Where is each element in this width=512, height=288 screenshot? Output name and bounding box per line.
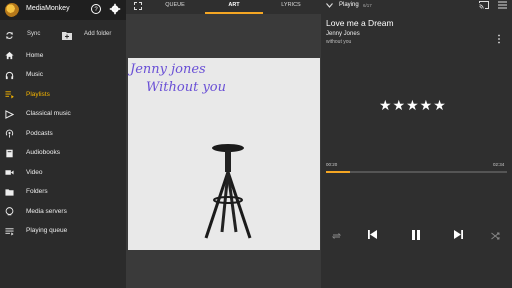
sync-label: Sync xyxy=(27,31,41,37)
book-icon xyxy=(6,149,13,157)
previous-icon[interactable] xyxy=(367,229,378,240)
queue-icon xyxy=(5,227,14,236)
sidebar-item-label: Video xyxy=(26,168,43,176)
song-album: without you xyxy=(326,39,352,45)
sidebar-menu: Home Music Playlists Classical music Pod… xyxy=(0,46,126,241)
sidebar-item-classical-music[interactable]: Classical music xyxy=(0,105,126,125)
now-playing-bar: Playing 6/17 xyxy=(321,0,512,12)
active-tab-indicator xyxy=(205,12,263,14)
album-art: Jenny jones Without you xyxy=(128,58,320,250)
song-title: Love me a Dream xyxy=(326,18,394,28)
elapsed-time: 00:20 xyxy=(326,162,338,167)
progress-bar[interactable] xyxy=(326,171,507,173)
sidebar-item-label: Podcasts xyxy=(26,129,53,137)
track-counter: 6/17 xyxy=(363,2,372,8)
menu-icon[interactable] xyxy=(498,1,507,9)
repeat-icon[interactable] xyxy=(332,232,341,240)
sidebar-item-music[interactable]: Music xyxy=(0,66,126,86)
more-options-icon[interactable] xyxy=(497,34,501,44)
home-icon xyxy=(5,51,14,60)
sidebar: MediaMonkey ? Sync Add folder Home Music… xyxy=(0,0,126,288)
sidebar-item-playlists[interactable]: Playlists xyxy=(0,85,126,105)
sidebar-item-label: Folders xyxy=(26,188,48,195)
sidebar-item-label: Media servers xyxy=(26,207,67,215)
mediamonkey-logo xyxy=(5,3,19,17)
pause-icon[interactable] xyxy=(410,229,422,241)
tab-art[interactable]: ART xyxy=(209,2,259,8)
actions-row: Sync Add folder xyxy=(0,26,126,46)
cast-icon[interactable] xyxy=(479,1,489,9)
app-title: MediaMonkey xyxy=(26,5,70,12)
sidebar-item-label: Music xyxy=(26,71,43,78)
sidebar-item-label: Playing queue xyxy=(26,227,68,234)
shuffle-icon[interactable] xyxy=(491,232,500,240)
sidebar-item-playing-queue[interactable]: Playing queue xyxy=(0,222,126,242)
album-art-text-line2: Without you xyxy=(146,80,226,95)
song-artist: Jenny Jones xyxy=(326,31,360,37)
folder-icon xyxy=(5,188,14,196)
sidebar-item-label: Audiobooks xyxy=(26,149,60,156)
now-playing-panel: Playing 6/17 Love me a Dream Jenny Jones… xyxy=(321,0,512,288)
art-panel: QUEUE ART LYRICS Jenny jones Without you xyxy=(126,0,321,288)
sidebar-item-video[interactable]: Video xyxy=(0,163,126,183)
total-duration: 02:34 xyxy=(493,162,505,167)
add-folder-icon xyxy=(62,32,72,40)
svg-text:?: ? xyxy=(94,7,98,13)
fullscreen-icon[interactable] xyxy=(134,2,142,10)
rating-stars[interactable]: ★★★★★ xyxy=(379,97,447,114)
tab-queue[interactable]: QUEUE xyxy=(150,2,200,8)
sync-icon xyxy=(5,31,14,40)
add-folder-label: Add folder xyxy=(84,31,112,37)
server-icon xyxy=(5,207,14,216)
headphones-icon xyxy=(5,71,14,79)
sidebar-item-label: Playlists xyxy=(26,90,50,98)
podcast-icon xyxy=(5,129,14,138)
album-art-text-line1: Jenny jones xyxy=(130,62,206,77)
bar-stool-image xyxy=(204,144,252,239)
tab-bar: QUEUE ART LYRICS xyxy=(126,0,321,14)
sidebar-item-home[interactable]: Home xyxy=(0,46,126,66)
app-header: MediaMonkey ? xyxy=(0,0,126,20)
sidebar-item-podcasts[interactable]: Podcasts xyxy=(0,124,126,144)
progress-fill xyxy=(326,171,350,173)
chevron-down-icon[interactable] xyxy=(326,3,333,8)
sidebar-item-media-servers[interactable]: Media servers xyxy=(0,202,126,222)
next-icon[interactable] xyxy=(453,229,464,240)
tab-lyrics[interactable]: LYRICS xyxy=(266,2,316,8)
help-icon[interactable]: ? xyxy=(90,3,102,15)
conductor-icon xyxy=(5,109,14,119)
sidebar-item-audiobooks[interactable]: Audiobooks xyxy=(0,144,126,164)
sidebar-item-label: Classical music xyxy=(26,110,71,117)
video-icon xyxy=(5,170,14,175)
playing-label: Playing xyxy=(339,2,359,8)
sidebar-item-label: Home xyxy=(26,51,44,59)
sidebar-item-folders[interactable]: Folders xyxy=(0,183,126,203)
playlist-icon xyxy=(5,91,14,99)
gear-icon[interactable] xyxy=(109,3,121,15)
